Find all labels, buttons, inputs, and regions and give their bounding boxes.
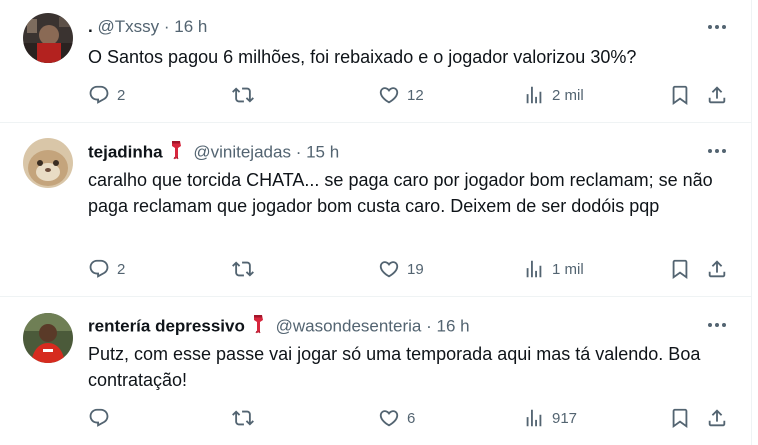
- timestamp[interactable]: 16 h: [437, 316, 470, 335]
- reply-icon: [89, 85, 109, 104]
- tweet-text: O Santos pagou 6 milhões, foi rebaixado …: [88, 47, 637, 67]
- more-icon[interactable]: [705, 140, 729, 162]
- bookmark-icon: [672, 408, 688, 429]
- bookmark-button[interactable]: [669, 82, 691, 108]
- reply-feed: . @Txssy · 16 h O Santos pagou 6 milhões…: [0, 0, 751, 445]
- reply-icon: [89, 259, 109, 278]
- reply-button[interactable]: [88, 405, 117, 431]
- share-icon: [708, 260, 726, 278]
- bookmark-icon: [672, 259, 688, 280]
- display-name[interactable]: .: [88, 17, 93, 36]
- timestamp[interactable]: 16 h: [174, 17, 207, 36]
- view-count: 1 mil: [552, 260, 584, 278]
- like-count: 6: [407, 409, 416, 427]
- handle[interactable]: @vinitejadas: [193, 142, 291, 161]
- timestamp[interactable]: 15 h: [306, 142, 339, 161]
- bookmark-icon: [672, 85, 688, 106]
- share-icon: [708, 86, 726, 104]
- views-icon: [526, 409, 542, 427]
- reply-count: 2: [117, 260, 126, 278]
- like-count: 12: [407, 86, 424, 104]
- tweet-1[interactable]: . @Txssy · 16 h O Santos pagou 6 milhões…: [0, 0, 751, 122]
- like-count: 19: [407, 260, 424, 278]
- more-icon[interactable]: [705, 314, 729, 336]
- like-button[interactable]: 12: [378, 82, 424, 108]
- separator: ·: [295, 142, 302, 162]
- display-name[interactable]: rentería depressivo: [88, 316, 245, 335]
- view-count: 2 mil: [552, 86, 584, 104]
- views-button[interactable]: 1 mil: [523, 256, 584, 282]
- avatar[interactable]: [23, 13, 73, 63]
- retweet-button[interactable]: [232, 405, 261, 431]
- tweet-header: tejadinha @vinitejadas · 15 h: [88, 140, 339, 162]
- handle[interactable]: @wasondesenteria: [276, 316, 422, 335]
- red-scarf-emoji: [249, 314, 267, 340]
- tweet-actions: 6 917: [88, 405, 728, 431]
- reply-icon: [89, 408, 109, 427]
- retweet-icon: [232, 87, 254, 103]
- more-icon[interactable]: [705, 16, 729, 38]
- tweet-3[interactable]: rentería depressivo @wasondesenteria · 1…: [0, 297, 751, 445]
- tweet-text: Putz, com esse passe vai jogar só uma te…: [88, 344, 701, 390]
- views-icon: [526, 260, 542, 278]
- heart-icon: [379, 87, 399, 104]
- reply-count: 2: [117, 86, 126, 104]
- tweet-2[interactable]: tejadinha @vinitejadas · 15 h caralho qu…: [0, 123, 751, 296]
- bookmark-button[interactable]: [669, 405, 691, 431]
- views-button[interactable]: 917: [523, 405, 577, 431]
- views-icon: [526, 86, 542, 104]
- display-name[interactable]: tejadinha: [88, 142, 163, 161]
- retweet-icon: [232, 410, 254, 426]
- column-border: [751, 0, 752, 445]
- red-scarf-emoji: [167, 140, 185, 166]
- share-button[interactable]: [706, 256, 728, 282]
- handle[interactable]: @Txssy: [97, 17, 159, 36]
- like-button[interactable]: 6: [378, 405, 415, 431]
- heart-icon: [379, 261, 399, 278]
- share-button[interactable]: [706, 405, 728, 431]
- like-button[interactable]: 19: [378, 256, 424, 282]
- retweet-icon: [232, 261, 254, 277]
- bookmark-button[interactable]: [669, 256, 691, 282]
- tweet-actions: 2 19 1 mil: [88, 256, 728, 282]
- share-button[interactable]: [706, 82, 728, 108]
- tweet-text: caralho que torcida CHATA... se paga car…: [88, 170, 713, 216]
- avatar[interactable]: [23, 138, 73, 188]
- view-count: 917: [552, 409, 578, 427]
- separator: ·: [163, 17, 170, 36]
- reply-button[interactable]: 2: [88, 82, 125, 108]
- tweet-actions: 2 12 2 mil: [88, 82, 728, 108]
- views-button[interactable]: 2 mil: [523, 82, 584, 108]
- share-icon: [708, 409, 726, 427]
- separator: ·: [426, 316, 432, 336]
- tweet-header: rentería depressivo @wasondesenteria · 1…: [88, 314, 470, 336]
- heart-icon: [379, 410, 399, 427]
- tweet-header: . @Txssy · 16 h: [88, 16, 207, 38]
- avatar[interactable]: [23, 313, 73, 363]
- retweet-button[interactable]: [232, 82, 261, 108]
- reply-button[interactable]: 2: [88, 256, 125, 282]
- retweet-button[interactable]: [232, 256, 261, 282]
